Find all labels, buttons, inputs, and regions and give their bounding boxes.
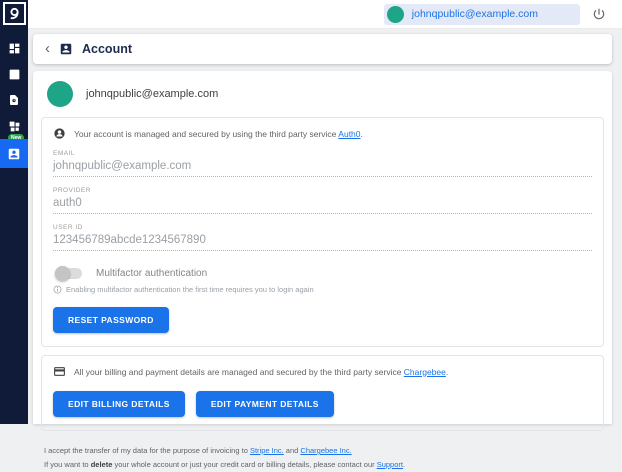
credit-card-icon bbox=[53, 365, 66, 378]
page-title: Account bbox=[82, 42, 132, 56]
billing-buttons: EDIT BILLING DETAILS EDIT PAYMENT DETAIL… bbox=[53, 391, 592, 417]
sidebar-item-apps[interactable]: New bbox=[0, 113, 28, 139]
user-id-value: 123456789abcde1234567890 bbox=[53, 231, 592, 251]
mfa-toggle[interactable] bbox=[55, 268, 82, 279]
main-content: ‹ Account johnqpublic@example.com Your a… bbox=[28, 29, 622, 424]
footer-line-1: I accept the transfer of my data for the… bbox=[44, 444, 604, 458]
logo-glyph bbox=[7, 6, 22, 21]
sidebar-item-dashboard[interactable] bbox=[0, 35, 28, 61]
footer-line1-mid: and bbox=[284, 446, 301, 455]
page-title-bar: ‹ Account bbox=[33, 34, 612, 64]
auth-notice-text: Your account is managed and secured by u… bbox=[74, 129, 363, 139]
auth-notice-prefix: Your account is managed and secured by u… bbox=[74, 129, 338, 139]
user-menu-chip[interactable]: johnqpublic@example.com bbox=[384, 4, 580, 25]
profile-email: johnqpublic@example.com bbox=[86, 88, 218, 100]
footer-line2-mid: your whole account or just your credit c… bbox=[112, 460, 376, 469]
footer-line1-prefix: I accept the transfer of my data for the… bbox=[44, 446, 250, 455]
media-square-icon bbox=[8, 68, 21, 81]
power-icon bbox=[592, 7, 606, 21]
provider-field: PROVIDER auth0 bbox=[53, 187, 592, 214]
footer-delete-word: delete bbox=[91, 460, 113, 469]
footer-line2-prefix: If you want to bbox=[44, 460, 91, 469]
app-logo[interactable] bbox=[3, 2, 26, 25]
auth-notice: Your account is managed and secured by u… bbox=[53, 127, 592, 140]
sidebar: New bbox=[0, 0, 28, 424]
auth0-user-icon bbox=[53, 127, 66, 140]
stripe-link[interactable]: Stripe Inc. bbox=[250, 446, 284, 455]
sidebar-item-documents[interactable] bbox=[0, 87, 28, 113]
profile-avatar bbox=[47, 81, 73, 107]
reset-row: RESET PASSWORD bbox=[53, 307, 592, 333]
edit-payment-details-button[interactable]: EDIT PAYMENT DETAILS bbox=[196, 391, 334, 417]
info-icon bbox=[53, 285, 62, 294]
email-value: johnqpublic@example.com bbox=[53, 157, 592, 177]
profile-row: johnqpublic@example.com bbox=[41, 79, 604, 117]
footer-line-2: If you want to delete your whole account… bbox=[44, 458, 604, 472]
user-avatar bbox=[387, 6, 404, 23]
billing-notice: All your billing and payment details are… bbox=[53, 365, 592, 378]
provider-value: auth0 bbox=[53, 194, 592, 214]
mfa-toggle-row: Multifactor authentication bbox=[53, 268, 592, 279]
auth-section: Your account is managed and secured by u… bbox=[41, 117, 604, 347]
document-icon bbox=[8, 93, 20, 107]
support-link[interactable]: Support bbox=[377, 460, 403, 469]
user-email: johnqpublic@example.com bbox=[412, 8, 538, 20]
billing-section: All your billing and payment details are… bbox=[41, 355, 604, 431]
edit-billing-details-button[interactable]: EDIT BILLING DETAILS bbox=[53, 391, 185, 417]
user-id-field: USER ID 123456789abcde1234567890 bbox=[53, 224, 592, 251]
topbar: johnqpublic@example.com bbox=[28, 0, 622, 29]
account-card: johnqpublic@example.com Your account is … bbox=[33, 71, 612, 424]
user-id-label: USER ID bbox=[53, 224, 592, 231]
account-icon bbox=[7, 147, 21, 161]
back-button[interactable]: ‹ bbox=[45, 41, 50, 56]
logout-button[interactable] bbox=[592, 6, 608, 22]
auth0-link[interactable]: Auth0 bbox=[338, 129, 360, 139]
mfa-info-text: Enabling multifactor authentication the … bbox=[66, 285, 314, 294]
reset-password-button[interactable]: RESET PASSWORD bbox=[53, 307, 169, 333]
sidebar-item-account[interactable] bbox=[0, 139, 28, 168]
mfa-toggle-knob bbox=[55, 266, 70, 281]
sidebar-item-media[interactable] bbox=[0, 61, 28, 87]
dashboard-icon bbox=[8, 42, 21, 55]
auth-notice-suffix: . bbox=[361, 129, 363, 139]
account-title-icon bbox=[59, 42, 73, 56]
mfa-info-row: Enabling multifactor authentication the … bbox=[53, 285, 592, 294]
apps-icon bbox=[8, 120, 21, 133]
email-field: EMAIL johnqpublic@example.com bbox=[53, 150, 592, 177]
footer-line2-suffix: . bbox=[403, 460, 405, 469]
mfa-label: Multifactor authentication bbox=[96, 268, 207, 279]
billing-notice-text: All your billing and payment details are… bbox=[74, 367, 448, 377]
legal-footer: I accept the transfer of my data for the… bbox=[41, 444, 604, 472]
billing-notice-suffix: . bbox=[446, 367, 448, 377]
email-label: EMAIL bbox=[53, 150, 592, 157]
chargebee-link[interactable]: Chargebee bbox=[404, 367, 446, 377]
billing-notice-prefix: All your billing and payment details are… bbox=[74, 367, 404, 377]
chargebee-inc-link[interactable]: Chargebee Inc. bbox=[300, 446, 351, 455]
provider-label: PROVIDER bbox=[53, 187, 592, 194]
